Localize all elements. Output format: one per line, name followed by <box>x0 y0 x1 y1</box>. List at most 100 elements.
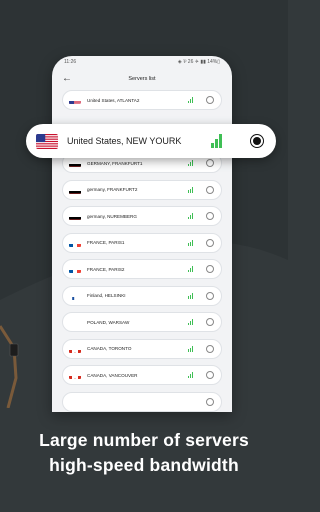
selected-server-name: United States, NEW YOURK <box>67 136 182 146</box>
server-name: germany, NUREMBERG <box>87 213 137 219</box>
signal-bar <box>187 216 189 219</box>
radio-button[interactable] <box>206 397 214 406</box>
signal-icon <box>187 160 193 166</box>
signal-bar <box>211 143 214 148</box>
us-flag-icon <box>69 96 81 104</box>
radio-button[interactable] <box>206 291 214 300</box>
signal-bar <box>189 268 191 272</box>
status-bar: 11:26 ◈ ⅌ 26 ✈ ▮▮ 14%▯ <box>52 56 232 68</box>
germany-flag-icon <box>69 212 81 220</box>
server-row[interactable]: FRANCE, PARIS2 <box>62 259 222 279</box>
server-row[interactable]: CANADA, VANCOUVER <box>62 365 222 385</box>
signal-bar <box>189 321 191 325</box>
radio-button[interactable] <box>206 212 214 220</box>
radio-button[interactable] <box>206 371 214 379</box>
arrow-left-icon[interactable]: ← <box>62 74 72 84</box>
server-row[interactable]: Finland, HELSINKI <box>62 285 222 306</box>
server-row[interactable]: germany, FRANKFURT2 <box>62 179 222 200</box>
germany-flag-icon <box>69 159 81 167</box>
server-row[interactable]: POLAND, WARSAW <box>62 312 222 332</box>
caption-line-2: high-speed bandwidth <box>49 455 239 475</box>
caption-line-1: Large number of servers <box>39 430 249 450</box>
radio-button[interactable] <box>206 185 214 194</box>
promo-caption: Large number of servers high-speed bandw… <box>0 428 288 478</box>
radio-button[interactable] <box>206 344 214 353</box>
signal-bar <box>187 375 189 378</box>
germany-flag-icon <box>69 186 81 194</box>
radio-button[interactable] <box>206 265 214 273</box>
signal-bar <box>191 372 193 378</box>
signal-bar <box>189 215 191 219</box>
server-name: germany, FRANKFURT2 <box>87 187 138 192</box>
signal-bar <box>187 349 189 352</box>
radio-dot <box>253 137 261 145</box>
canada-flag-icon <box>69 345 81 353</box>
header: ← Servers list <box>52 68 232 90</box>
signal-icon <box>187 97 193 103</box>
page-title: Servers list <box>128 76 156 82</box>
server-row[interactable]: CANADA, TORONTO <box>62 338 222 359</box>
signal-bar <box>191 239 193 246</box>
server-row[interactable]: United States, ATLANTA2 <box>62 90 222 110</box>
server-name: CANADA, VANCOUVER <box>87 372 138 378</box>
signal-icon <box>187 186 193 193</box>
france-flag-icon <box>69 239 81 247</box>
signal-icon <box>187 266 193 272</box>
server-name: FRANCE, PARIS1 <box>87 240 125 245</box>
signal-icon <box>187 213 193 219</box>
server-name: CANADA, TORONTO <box>87 346 132 351</box>
signal-bar <box>189 162 191 166</box>
server-name: United States, ATLANTA2 <box>87 97 140 103</box>
signal-icon <box>187 292 193 299</box>
signal-bar <box>191 160 193 166</box>
server-name: FRANCE, PARIS2 <box>87 266 125 272</box>
signal-bar <box>187 190 189 193</box>
signal-bar <box>187 296 189 299</box>
signal-bar <box>189 188 191 193</box>
signal-bar <box>219 134 222 148</box>
signal-bar <box>191 319 193 325</box>
signal-bar <box>191 97 193 103</box>
signal-bar <box>187 163 189 166</box>
signal-bar <box>189 241 191 246</box>
signal-icon <box>187 345 193 352</box>
france-flag-icon <box>69 265 81 273</box>
signal-bar <box>191 213 193 219</box>
signal-bar <box>187 243 189 246</box>
server-name: GERMANY, FRANKFURT1 <box>87 160 143 166</box>
radio-selected[interactable] <box>250 134 264 148</box>
signal-icon <box>187 239 193 246</box>
radio-button[interactable] <box>206 96 214 104</box>
signal-bar <box>215 138 218 148</box>
signal-bar <box>187 100 189 103</box>
flag-icon <box>69 398 81 406</box>
signal-bar <box>191 186 193 193</box>
server-row[interactable] <box>62 391 222 412</box>
status-icons: ◈ ⅌ 26 ✈ ▮▮ 14%▯ <box>177 59 220 65</box>
signal-bar <box>187 322 189 325</box>
selected-server-card[interactable]: United States, NEW YOURK <box>26 124 276 158</box>
status-time: 11:26 <box>64 59 77 65</box>
signal-bar <box>189 294 191 299</box>
phone-screen: 11:26 ◈ ⅌ 26 ✈ ▮▮ 14%▯ ← Servers list Un… <box>52 56 232 412</box>
canada-flag-icon <box>69 371 81 379</box>
us-flag-icon <box>36 133 58 149</box>
server-name: POLAND, WARSAW <box>87 319 130 325</box>
cable-decoration <box>0 325 19 408</box>
radio-button[interactable] <box>206 318 214 326</box>
server-name: Finland, HELSINKI <box>87 293 126 298</box>
finland-flag-icon <box>69 292 81 300</box>
signal-bar <box>189 347 191 352</box>
server-row[interactable]: FRANCE, PARIS1 <box>62 232 222 253</box>
signal-icon <box>187 372 193 378</box>
signal-bar <box>187 269 189 272</box>
poland-flag-icon <box>69 318 81 326</box>
server-row[interactable]: germany, NUREMBERG <box>62 206 222 226</box>
signal-icon <box>187 319 193 325</box>
signal-bar <box>191 345 193 352</box>
signal-bar <box>191 266 193 272</box>
signal-bar <box>189 374 191 378</box>
radio-button[interactable] <box>206 159 214 167</box>
signal-bar <box>191 292 193 299</box>
radio-button[interactable] <box>206 238 214 247</box>
